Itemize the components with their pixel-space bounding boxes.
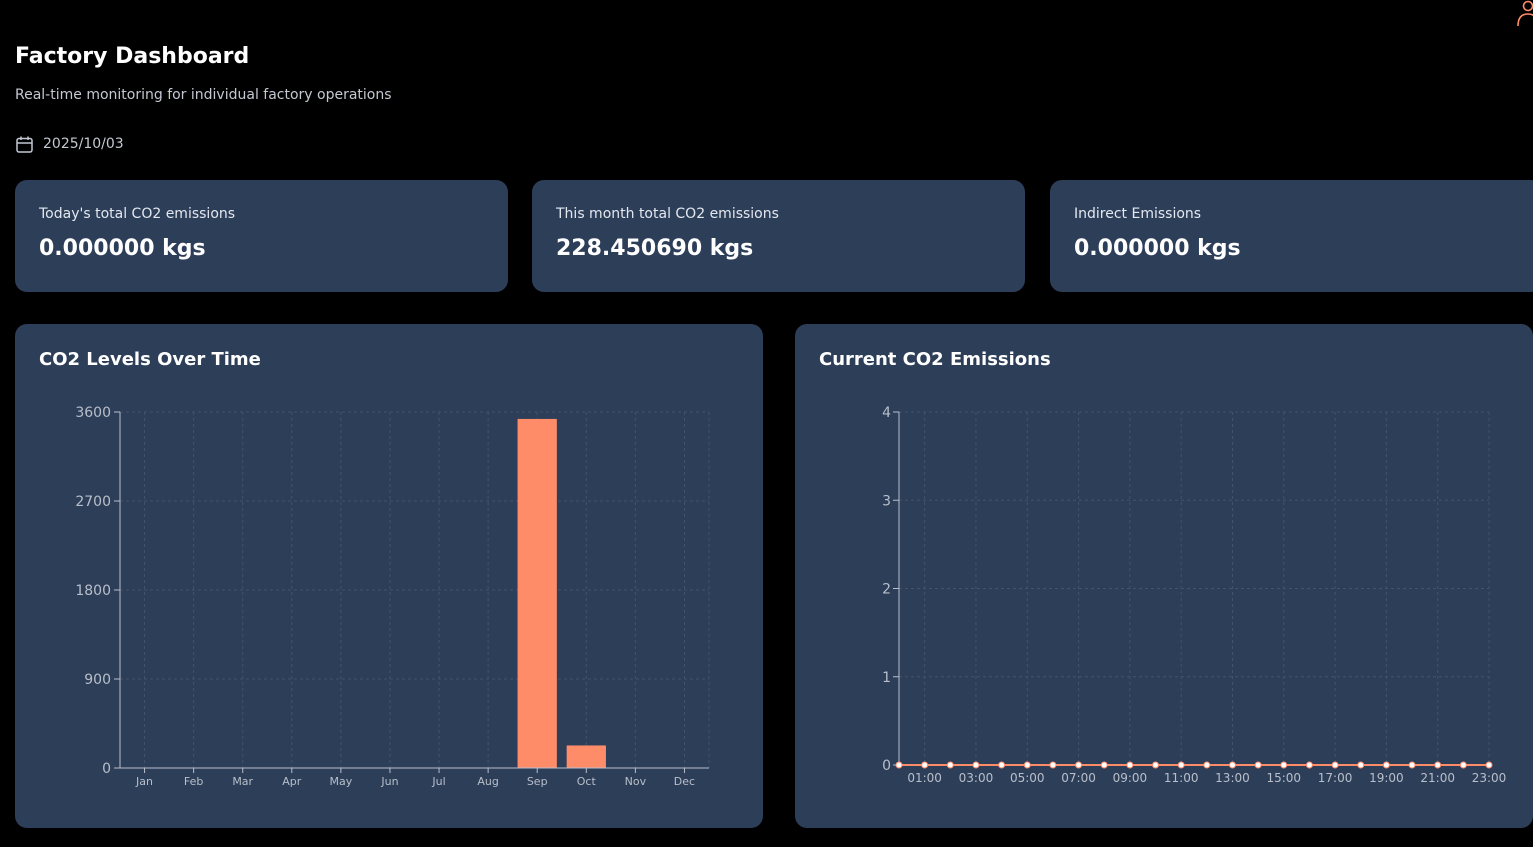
data-point	[1280, 761, 1288, 769]
x-tick-label: Aug	[477, 775, 498, 788]
stat-label: Today's total CO2 emissions	[39, 206, 236, 222]
stat-card-month: This month total CO2 emissions 228.45069…	[532, 180, 1025, 292]
page-title: Factory Dashboard	[15, 44, 250, 69]
x-tick-label: May	[330, 775, 353, 788]
stat-label: This month total CO2 emissions	[556, 206, 779, 222]
x-tick-label: 05:00	[1010, 771, 1045, 785]
date-picker[interactable]: 2025/10/03	[15, 133, 124, 155]
x-tick-label: Feb	[184, 775, 203, 788]
y-tick-label: 3600	[75, 405, 111, 421]
data-point	[972, 761, 980, 769]
data-point	[1305, 761, 1313, 769]
data-point	[921, 761, 929, 769]
x-tick-label: 15:00	[1266, 771, 1301, 785]
data-point	[1357, 761, 1365, 769]
data-point	[1382, 761, 1390, 769]
x-tick-label: 13:00	[1215, 771, 1250, 785]
data-point	[1100, 761, 1108, 769]
data-point	[1408, 761, 1416, 769]
y-tick-label: 900	[84, 672, 111, 688]
stat-card-today: Today's total CO2 emissions 0.000000 kgs	[15, 180, 508, 292]
y-tick-label: 3	[882, 493, 891, 509]
y-tick-label: 0	[102, 761, 111, 777]
bar-oct	[566, 745, 606, 768]
data-point	[1152, 761, 1160, 769]
data-point	[895, 761, 903, 769]
y-tick-label: 1	[882, 670, 891, 686]
x-tick-label: Sep	[527, 775, 548, 788]
data-point	[1485, 761, 1493, 769]
y-tick-label: 4	[882, 405, 891, 421]
x-tick-label: Apr	[282, 775, 302, 788]
x-tick-label: 11:00	[1164, 771, 1199, 785]
date-label: 2025/10/03	[43, 136, 124, 152]
y-tick-label: 1800	[75, 583, 111, 599]
x-tick-label: Jan	[135, 775, 153, 788]
stat-card-indirect: Indirect Emissions 0.000000 kgs	[1050, 180, 1533, 292]
current-co2-line-chart: 0 1 2 3 4 01:00 03:00 05:00 07:00 09:00 11:00 13:00…	[882, 405, 1507, 785]
x-tick-label: 23:00	[1472, 771, 1507, 785]
x-tick-label: 17:00	[1318, 771, 1353, 785]
x-tick-label: 09:00	[1113, 771, 1148, 785]
data-point	[1075, 761, 1083, 769]
data-point	[1434, 761, 1442, 769]
x-tick-label: Dec	[674, 775, 695, 788]
co2-levels-chart-card: CO2 Levels Over Time 0 900 1800 2700 3600 Jan…	[15, 324, 763, 828]
user-icon[interactable]	[1514, 0, 1533, 28]
calendar-icon	[16, 136, 33, 153]
x-tick-label: Jun	[380, 775, 398, 788]
x-tick-label: 07:00	[1061, 771, 1096, 785]
data-point	[1023, 761, 1031, 769]
x-tick-label: 19:00	[1369, 771, 1404, 785]
x-tick-label: 21:00	[1420, 771, 1455, 785]
bar-sep	[517, 418, 557, 768]
x-tick-label: Jul	[431, 775, 445, 788]
data-point	[1228, 761, 1236, 769]
y-tick-label: 2700	[75, 494, 111, 510]
x-tick-label: Oct	[577, 775, 597, 788]
y-tick-label: 0	[882, 758, 891, 774]
current-co2-chart-card: Current CO2 Emissions 0 1 2 3 4 01:00 03:00 05:…	[795, 324, 1533, 828]
stat-label: Indirect Emissions	[1074, 206, 1202, 222]
data-point	[1203, 761, 1211, 769]
data-point	[946, 761, 954, 769]
data-point	[1126, 761, 1134, 769]
stat-value: 228.450690 kgs	[556, 236, 754, 261]
x-tick-label: 01:00	[907, 771, 942, 785]
data-point	[998, 761, 1006, 769]
x-tick-label: Nov	[625, 775, 647, 788]
data-point	[1459, 761, 1467, 769]
data-point	[1177, 761, 1185, 769]
page-subtitle: Real-time monitoring for individual fact…	[15, 87, 392, 103]
stat-value: 0.000000 kgs	[1074, 236, 1241, 261]
x-tick-label: Mar	[232, 775, 253, 788]
data-point	[1049, 761, 1057, 769]
data-point	[1331, 761, 1339, 769]
co2-levels-bar-chart: 0 900 1800 2700 3600 Jan Feb Mar Apr May Jun Jul Aug…	[75, 405, 710, 788]
x-tick-label: 03:00	[959, 771, 994, 785]
data-point	[1254, 761, 1262, 769]
stat-value: 0.000000 kgs	[39, 236, 206, 261]
y-tick-label: 2	[882, 582, 891, 598]
